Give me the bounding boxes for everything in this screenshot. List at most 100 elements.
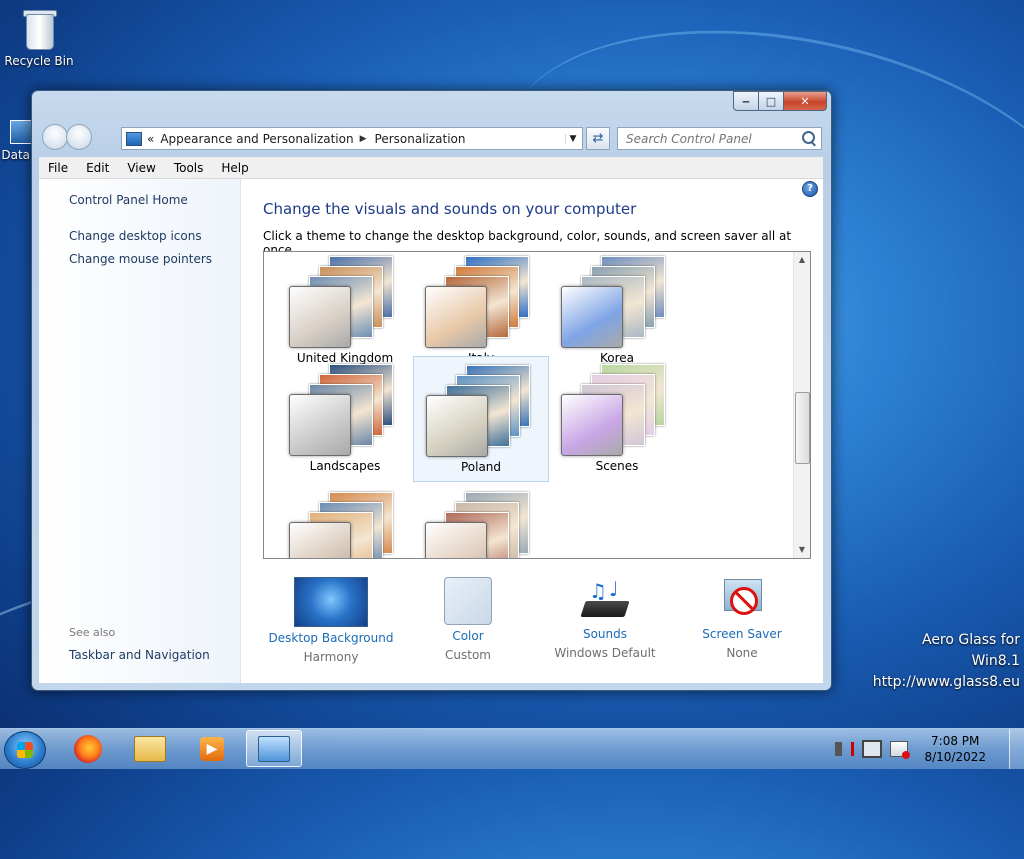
recycle-bin[interactable]: Recycle Bin xyxy=(1,8,77,68)
theme-tile[interactable]: Landscapes xyxy=(277,356,413,482)
refresh-button[interactable]: ⇄ xyxy=(586,127,610,150)
sounds-value: Windows Default xyxy=(554,646,656,660)
theme-preview xyxy=(425,486,545,558)
theme-preview xyxy=(425,252,545,348)
control-panel-icon xyxy=(126,131,142,146)
taskbar-media-player[interactable]: ▶ xyxy=(184,730,240,767)
content-area: Control Panel Home Change desktop icons … xyxy=(39,179,823,683)
theme-preview xyxy=(561,252,681,348)
scroll-up-icon[interactable]: ▲ xyxy=(794,252,810,268)
theme-name: Poland xyxy=(460,460,502,474)
sounds-setting[interactable]: ♫ ♩ Sounds Windows Default xyxy=(530,577,680,660)
search-input[interactable] xyxy=(624,130,798,147)
theme-tile[interactable]: Poland xyxy=(413,356,549,482)
theme-color-swatch xyxy=(426,395,488,457)
window-controls: ‒ □ ✕ xyxy=(733,91,827,111)
minimize-icon: ‒ xyxy=(742,94,750,108)
maximize-icon: □ xyxy=(765,94,777,108)
address-dropdown-icon[interactable]: ▼ xyxy=(565,133,580,144)
theme-list: United KingdomItalyKoreaLandscapesPoland… xyxy=(263,251,811,559)
system-tray: 7:08 PM 8/10/2022 xyxy=(831,729,1010,769)
theme-preview xyxy=(561,358,681,456)
taskbar-navigation-link[interactable]: Taskbar and Navigation xyxy=(69,648,210,662)
control-panel-icon xyxy=(258,735,290,762)
theme-color-swatch xyxy=(289,394,351,456)
recycle-bin-icon xyxy=(22,8,57,50)
theme-preview xyxy=(289,486,409,558)
media-player-icon: ▶ xyxy=(200,736,224,761)
taskbar-firefox[interactable] xyxy=(60,730,116,767)
menu-view[interactable]: View xyxy=(118,161,164,175)
watermark-line-1: Aero Glass for Win8.1 xyxy=(921,632,1020,669)
screen-saver-setting[interactable]: Screen Saver None xyxy=(667,577,817,660)
maximize-button[interactable]: □ xyxy=(759,91,784,111)
search-box[interactable] xyxy=(617,127,822,150)
desktop-background-icon xyxy=(294,577,368,627)
theme-tile[interactable] xyxy=(413,484,549,558)
see-also-heading: See also xyxy=(69,626,116,639)
personalization-window: ‒ □ ✕ « Appearance and Personalization ▶… xyxy=(31,90,832,691)
action-center-flag-icon[interactable] xyxy=(890,741,911,759)
menu-file[interactable]: File xyxy=(39,161,77,175)
theme-preview xyxy=(426,359,546,457)
address-prefix[interactable]: « xyxy=(147,132,154,146)
color-setting[interactable]: Color Custom xyxy=(393,577,543,662)
color-icon xyxy=(444,577,492,625)
menu-help[interactable]: Help xyxy=(212,161,257,175)
change-desktop-icons-link[interactable]: Change desktop icons xyxy=(69,229,202,243)
change-mouse-pointers-link[interactable]: Change mouse pointers xyxy=(69,252,212,266)
menu-tools[interactable]: Tools xyxy=(165,161,213,175)
volume-muted-icon[interactable] xyxy=(835,742,855,756)
refresh-icon: ⇄ xyxy=(592,131,604,146)
color-link[interactable]: Color xyxy=(393,629,543,643)
scroll-down-icon[interactable]: ▼ xyxy=(794,542,810,558)
start-button[interactable] xyxy=(4,731,46,769)
nav-buttons xyxy=(42,124,92,150)
taskbar-control-panel[interactable] xyxy=(246,730,302,767)
breadcrumb-separator-icon[interactable]: ▶ xyxy=(360,134,367,144)
screen-saver-link[interactable]: Screen Saver xyxy=(667,627,817,641)
theme-name: Landscapes xyxy=(309,459,381,473)
breadcrumb-appearance[interactable]: Appearance and Personalization xyxy=(160,132,353,146)
theme-color-swatch xyxy=(425,522,487,558)
menu-bar: File Edit View Tools Help xyxy=(39,157,823,179)
back-button[interactable] xyxy=(42,124,68,150)
show-desktop-button[interactable] xyxy=(1009,729,1024,769)
firefox-icon xyxy=(74,734,102,763)
desktop-background-link[interactable]: Desktop Background xyxy=(256,631,406,645)
theme-preview xyxy=(289,358,409,456)
theme-tile[interactable]: Scenes xyxy=(549,356,685,482)
clock[interactable]: 7:08 PM 8/10/2022 xyxy=(924,733,986,765)
search-icon[interactable] xyxy=(802,131,815,144)
address-bar[interactable]: « Appearance and Personalization ▶ Perso… xyxy=(121,127,583,150)
sounds-link[interactable]: Sounds xyxy=(530,627,680,641)
file-explorer-icon xyxy=(134,735,166,762)
help-icon[interactable]: ? xyxy=(802,181,818,197)
network-icon[interactable] xyxy=(862,740,883,758)
theme-color-swatch xyxy=(289,286,351,348)
desktop-background-value: Harmony xyxy=(303,650,359,664)
page-title: Change the visuals and sounds on your co… xyxy=(263,200,637,218)
theme-tile[interactable] xyxy=(277,484,413,558)
control-panel-home-link[interactable]: Control Panel Home xyxy=(69,193,188,207)
data-shortcut[interactable]: Data xyxy=(0,120,32,162)
screen-saver-icon xyxy=(718,577,766,623)
theme-color-swatch xyxy=(561,286,623,348)
forward-button[interactable] xyxy=(66,124,92,150)
close-icon: ✕ xyxy=(800,94,810,108)
taskbar-explorer[interactable] xyxy=(122,730,178,767)
watermark-line-2: http://www.glass8.eu xyxy=(872,674,1020,690)
menu-edit[interactable]: Edit xyxy=(77,161,118,175)
breadcrumb-personalization[interactable]: Personalization xyxy=(375,132,466,146)
screen-saver-value: None xyxy=(726,646,758,660)
shortcut-icon xyxy=(10,120,32,144)
minimize-button[interactable]: ‒ xyxy=(733,91,759,111)
scroll-thumb[interactable] xyxy=(795,392,810,464)
theme-scrollbar[interactable]: ▲ ▼ xyxy=(793,252,810,558)
close-button[interactable]: ✕ xyxy=(784,91,827,111)
theme-color-swatch xyxy=(289,522,351,558)
theme-color-swatch xyxy=(425,286,487,348)
aero-glass-watermark: Aero Glass for Win8.1 http://www.glass8.… xyxy=(872,630,1020,693)
desktop-background-setting[interactable]: Desktop Background Harmony xyxy=(256,577,406,664)
left-pane: Control Panel Home Change desktop icons … xyxy=(39,179,241,683)
